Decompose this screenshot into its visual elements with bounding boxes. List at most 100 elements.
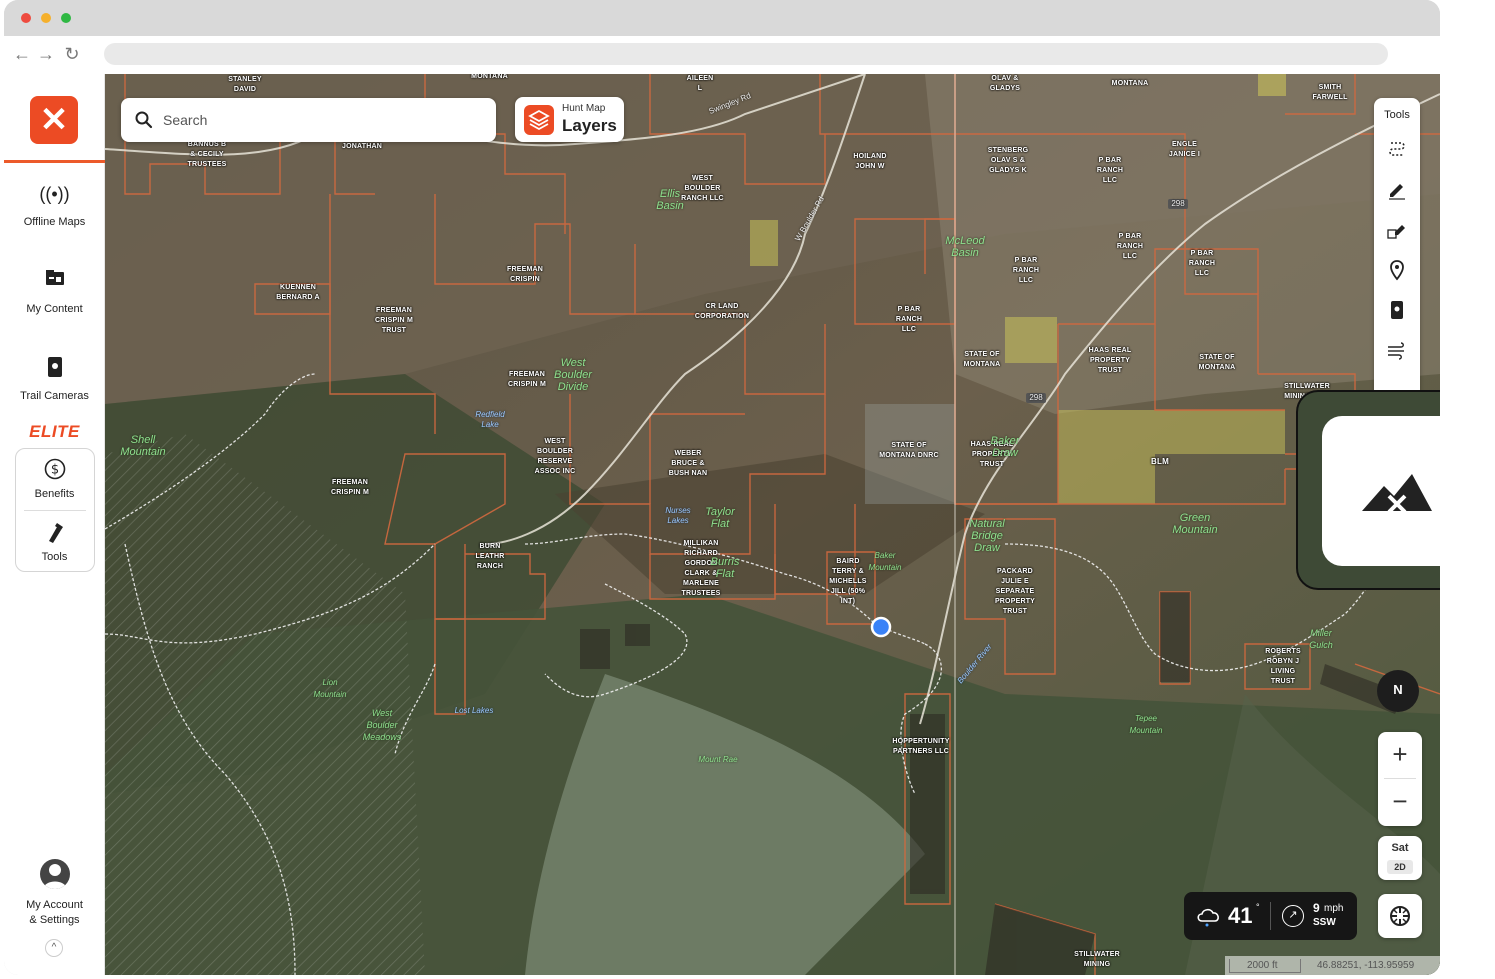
- layers-subtitle: Hunt Map: [562, 103, 606, 114]
- map-label: JONATHAN: [342, 143, 382, 150]
- draw-area-icon[interactable]: [1385, 218, 1409, 242]
- sidebar-item-trail-cameras[interactable]: Trail Cameras: [4, 356, 105, 402]
- map-label: HOILAND JOHN W: [853, 153, 887, 170]
- account-label: My Account: [26, 899, 83, 911]
- map-label: FREEMAN CRISPIN M: [508, 371, 546, 388]
- sidebar-item-offline-maps[interactable]: ((•)) Offline Maps: [4, 182, 105, 228]
- sidebar-item-label: Benefits: [34, 488, 75, 500]
- tools-title: Tools: [1384, 109, 1410, 121]
- map-label: WEST BOULDER RESERVE ASSOC INC: [534, 438, 576, 475]
- map-label: Nurses Lakes: [665, 506, 691, 525]
- hunt-map-layers-button[interactable]: Hunt Map Layers: [515, 97, 624, 142]
- map-label: MONTANA: [471, 74, 508, 80]
- maximize-window-icon[interactable]: [61, 13, 71, 23]
- weather-widget[interactable]: 41 ° ↗ 9 mph SSW: [1184, 892, 1357, 940]
- map-label: HAAS REAL PROPERTY TRUST: [1088, 347, 1132, 374]
- wind-direction-icon: ↗: [1282, 905, 1304, 927]
- offline-maps-icon: ((•)): [39, 184, 70, 204]
- locate-button[interactable]: [1378, 894, 1422, 938]
- compass[interactable]: N: [1377, 670, 1419, 712]
- map-label: FREEMAN CRISPIN M TRUST: [375, 307, 413, 334]
- draw-line-icon[interactable]: [1385, 178, 1409, 202]
- map-label: West Boulder Divide: [554, 357, 592, 393]
- title-bar: [4, 0, 1440, 36]
- map-label: Redfield Lake: [475, 410, 505, 429]
- map-label: Tepee Mountain: [1129, 714, 1163, 735]
- map-label: STATE OF MONTANA: [963, 351, 1001, 368]
- trail-camera-icon: [4, 356, 105, 380]
- svg-text:$: $: [50, 463, 58, 478]
- elite-badge: ELITE: [29, 422, 80, 441]
- sidebar: ✕ ((•)) Offline Maps My Content Trail Ca…: [4, 74, 105, 975]
- zoom-out-button[interactable]: −: [1378, 779, 1422, 825]
- search-bar[interactable]: [121, 98, 496, 142]
- map-label: SMITH FARWELL: [1312, 84, 1348, 101]
- zoom-in-button[interactable]: +: [1378, 732, 1422, 778]
- onx-logo[interactable]: ✕: [30, 96, 78, 144]
- map-label: P BAR RANCH LLC: [1188, 250, 1216, 277]
- elite-panel: $ Benefits Tools: [15, 448, 95, 572]
- minimize-window-icon[interactable]: [41, 13, 51, 23]
- map-label: KUENNEN BERNARD A: [276, 284, 320, 301]
- back-icon[interactable]: ←: [12, 44, 32, 64]
- coordinates-readout: 46.88251, -113.95959: [1317, 960, 1415, 971]
- map-label: Lost Lakes: [454, 706, 494, 715]
- map-label: AILEEN L: [686, 75, 714, 92]
- map-label: PACKARD JULIE E SEPARATE PROPERTY TRUST: [994, 568, 1036, 615]
- tools-panel: Tools: [1374, 98, 1420, 398]
- map-label: ROBERTS ROBYN J LIVING TRUST: [1265, 648, 1301, 685]
- sidebar-item-my-content[interactable]: My Content: [4, 269, 105, 315]
- account-label-2: & Settings: [29, 914, 80, 926]
- map-label: Baker Draw: [990, 435, 1020, 459]
- url-bar[interactable]: [104, 43, 1388, 65]
- map-label: FREEMAN CRISPIN M: [331, 479, 369, 496]
- benefits-icon: $: [4, 458, 105, 482]
- map-label: P BAR RANCH LLC: [1012, 257, 1040, 284]
- map-label: McLeod Basin: [945, 235, 985, 259]
- map-label: Lion Mountain: [313, 678, 347, 699]
- degree-symbol: °: [1256, 902, 1260, 912]
- map-canvas[interactable]: STANLEY DAVID MONTANA AILEEN L OLAV & GL…: [105, 74, 1440, 975]
- route-icon[interactable]: [1385, 138, 1409, 162]
- map-label: STATE OF MONTANA DNRC: [879, 442, 939, 459]
- map-label: OLAV & GLADYS: [989, 75, 1021, 92]
- sidebar-item-tools[interactable]: Tools: [4, 521, 105, 563]
- map-label: MONTANA: [1111, 80, 1149, 87]
- wind-icon[interactable]: [1385, 338, 1409, 362]
- sidebar-item-benefits[interactable]: $ Benefits: [4, 458, 105, 500]
- account-settings[interactable]: My Account & Settings: [4, 859, 105, 926]
- road-label: 298: [1026, 393, 1046, 403]
- scale-label: 2000 ft: [1247, 960, 1278, 971]
- waypoint-icon[interactable]: [1385, 258, 1409, 282]
- zoom-controls: + −: [1378, 732, 1422, 826]
- close-window-icon[interactable]: [21, 13, 31, 23]
- search-input[interactable]: [163, 98, 483, 142]
- map-label: P BAR RANCH LLC: [1096, 157, 1124, 184]
- my-content-icon: [4, 269, 105, 293]
- sidebar-item-label: Tools: [41, 551, 68, 563]
- map-label: CR LAND CORPORATION: [694, 303, 750, 320]
- divider: [1270, 902, 1271, 930]
- map-label: Natural Bridge Draw: [969, 518, 1005, 554]
- chevron-up-icon[interactable]: ^: [45, 939, 63, 957]
- map-label: Mount Rae: [698, 755, 738, 764]
- forward-icon[interactable]: →: [36, 44, 56, 64]
- map-label: STENBERG OLAV S & GLADYS K: [987, 147, 1029, 174]
- map-label: Taylor Flat: [705, 506, 735, 530]
- browser-window: ← → ↻ ✕ ((•)) Offline Maps My Content Tr…: [4, 0, 1440, 975]
- browser-toolbar: ← → ↻: [4, 36, 1440, 74]
- map-label: P BAR RANCH LLC: [895, 306, 923, 333]
- map-label: P BAR RANCH LLC: [1116, 233, 1144, 260]
- map-label: BANNUS B & CECILY TRUSTEES: [187, 141, 227, 168]
- divider: [24, 510, 86, 511]
- map-style-button[interactable]: Sat 2D: [1378, 836, 1422, 880]
- map-label: STANLEY DAVID: [228, 76, 262, 93]
- trail-camera-tool-icon[interactable]: [1385, 298, 1409, 322]
- scale-bar: 2000 ft 46.88251, -113.95959: [1225, 956, 1440, 975]
- map-label: STILLWATER MINING: [1074, 951, 1120, 968]
- sidebar-item-label: Offline Maps: [23, 216, 86, 228]
- map-label: Ellis Basin: [656, 188, 684, 212]
- map-label: Miller Gulch: [1309, 628, 1333, 650]
- map-label: Burris Flat: [710, 556, 740, 580]
- reload-icon[interactable]: ↻: [62, 44, 82, 64]
